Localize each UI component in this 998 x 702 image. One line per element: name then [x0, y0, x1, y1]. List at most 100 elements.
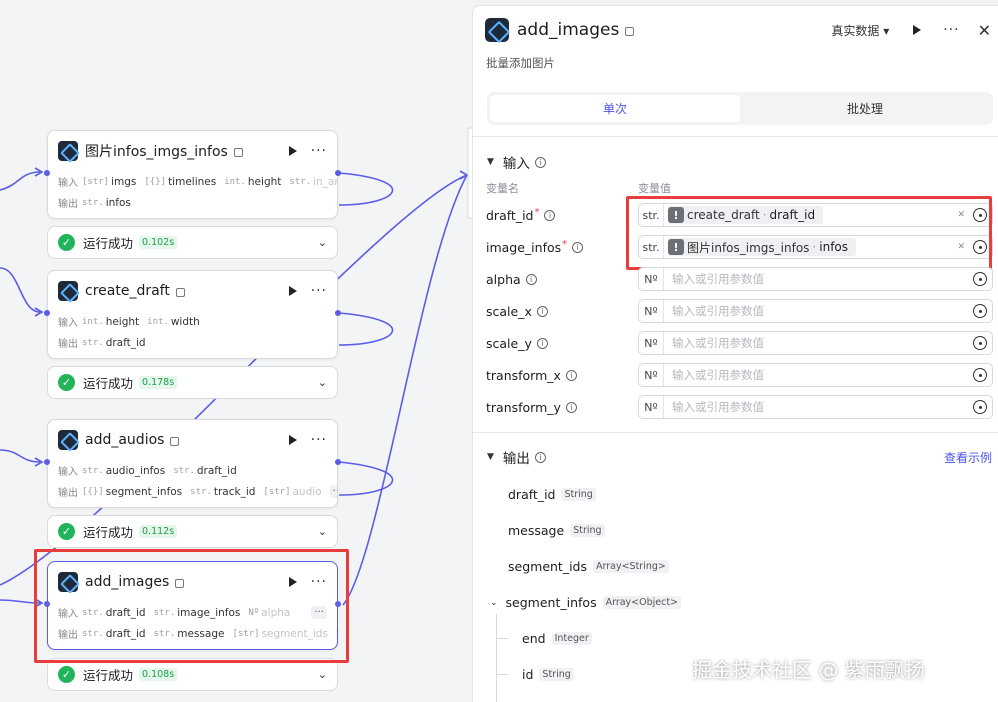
- param-label-draft-id: draft_id * i: [486, 207, 556, 223]
- alpha-input[interactable]: Nº 输入或引用参数值: [638, 267, 993, 291]
- param-name: audio: [292, 485, 322, 498]
- node-add-audios[interactable]: add_audios ··· 输入 str. audio_infos str. dr…: [44, 419, 341, 508]
- run-time-badge: 0.102s: [139, 236, 178, 249]
- input-label: 输入: [58, 467, 78, 478]
- output-name: segment_ids: [508, 559, 587, 574]
- param-name: draft_id: [486, 208, 534, 223]
- input-section-header[interactable]: ▼ 输入 i: [487, 152, 546, 172]
- chevron-down-icon[interactable]: ⌄: [318, 668, 327, 681]
- type-tag: Nº: [639, 268, 664, 290]
- output-item: message String: [508, 523, 605, 538]
- run-icon[interactable]: [288, 435, 297, 445]
- target-icon[interactable]: [973, 400, 987, 414]
- node-title: create_draft: [85, 283, 170, 299]
- chevron-down-icon[interactable]: ⌄: [318, 525, 327, 538]
- output-type: Integer: [551, 632, 592, 645]
- plugin-logo-icon: [58, 281, 78, 301]
- input-port[interactable]: [44, 310, 50, 316]
- input-port[interactable]: [44, 170, 50, 176]
- input-placeholder: 输入或引用参数值: [672, 304, 764, 318]
- view-example-link[interactable]: 查看示例: [944, 449, 992, 466]
- output-name: id: [522, 667, 534, 682]
- target-icon[interactable]: [973, 368, 987, 382]
- tree-line: [496, 614, 497, 702]
- target-icon[interactable]: [973, 336, 987, 350]
- data-mode-label: 真实数据: [831, 23, 880, 38]
- wire: [0, 449, 41, 463]
- more-icon[interactable]: ···: [311, 143, 327, 159]
- scale-x-input[interactable]: Nº 输入或引用参数值: [638, 299, 993, 323]
- plugin-logo-icon: [58, 430, 78, 450]
- input-placeholder: 输入或引用参数值: [672, 368, 764, 382]
- highlight-box: [34, 549, 349, 663]
- output-item-expandable[interactable]: ⌄ segment_infos Array<Object>: [490, 595, 682, 610]
- target-icon[interactable]: [973, 272, 987, 286]
- output-port[interactable]: [335, 310, 341, 316]
- chevron-down-icon: ▼: [487, 157, 494, 167]
- output-type: Array<String>: [593, 560, 669, 573]
- transform-y-input[interactable]: Nº 输入或引用参数值: [638, 395, 993, 419]
- info-icon: i: [534, 156, 546, 168]
- run-mode-tabs: 单次 批处理: [487, 92, 993, 125]
- param-name: audio_infos: [105, 464, 166, 477]
- run-icon[interactable]: [288, 286, 297, 296]
- param-name: draft_id: [105, 336, 146, 349]
- param-type: str.: [289, 176, 312, 187]
- transform-x-input[interactable]: Nº 输入或引用参数值: [638, 363, 993, 387]
- node-inputs-row: 输入 [str] imgs [{}] timelines int. height st…: [48, 171, 337, 192]
- required-mark: *: [534, 207, 540, 218]
- run-result-bar[interactable]: ✓ 运行成功 0.112s ⌄: [47, 515, 338, 548]
- info-icon: i: [544, 210, 556, 221]
- node-title: 图片infos_imgs_infos: [85, 144, 228, 160]
- more-icon[interactable]: ···: [311, 432, 327, 448]
- chevron-down-icon[interactable]: ⌄: [318, 236, 327, 249]
- node-create-draft[interactable]: create_draft ··· 输入 int. height int. width…: [44, 270, 341, 359]
- info-icon: i: [565, 370, 577, 381]
- node-imgs-infos[interactable]: 图片infos_imgs_infos ··· 输入 [str] imgs [{}]…: [44, 130, 341, 219]
- plugin-logo-icon: [485, 18, 509, 42]
- column-header-name: 变量名: [486, 182, 519, 195]
- param-type: str.: [82, 197, 104, 208]
- panel-subtitle: 批量添加图片: [486, 56, 555, 70]
- output-name: message: [508, 523, 565, 538]
- output-port[interactable]: [335, 459, 341, 465]
- target-icon[interactable]: [973, 304, 987, 318]
- output-section-header[interactable]: ▼ 输出 i: [487, 447, 546, 467]
- run-time-badge: 0.108s: [139, 668, 178, 681]
- data-mode-select[interactable]: 真实数据 ▾: [831, 22, 889, 39]
- output-item-child: id String: [522, 667, 574, 682]
- plugin-badge-icon: [175, 287, 185, 297]
- more-icon[interactable]: ···: [311, 283, 327, 299]
- wire: [338, 172, 394, 206]
- run-result-bar[interactable]: ✓ 运行成功 0.102s ⌄: [47, 226, 338, 259]
- tab-single[interactable]: 单次: [490, 95, 740, 122]
- type-tag: Nº: [639, 396, 664, 418]
- wire: [0, 267, 41, 313]
- panel-title: add_images: [517, 20, 620, 40]
- more-icon[interactable]: ···: [943, 22, 959, 38]
- run-icon[interactable]: [288, 146, 297, 156]
- output-item: segment_ids Array<String>: [508, 559, 669, 574]
- param-name: image_infos: [486, 240, 562, 255]
- input-port[interactable]: [44, 459, 50, 465]
- node-outputs-row: 输出 str. infos: [48, 192, 337, 213]
- param-name: transform_y: [486, 400, 561, 415]
- param-name: segment_infos: [105, 485, 183, 498]
- workflow-canvas[interactable]: 图片infos_imgs_infos ··· 输入 [str] imgs [{}]…: [0, 0, 472, 702]
- output-item: draft_id String: [508, 487, 596, 502]
- run-status: 运行成功: [83, 236, 134, 251]
- param-type: str.: [82, 337, 104, 348]
- param-type: int.: [224, 176, 246, 187]
- run-result-bar[interactable]: ✓ 运行成功 0.178s ⌄: [47, 366, 338, 399]
- output-port[interactable]: [335, 170, 341, 176]
- tab-batch[interactable]: 批处理: [740, 95, 990, 122]
- chevron-down-icon[interactable]: ⌄: [318, 376, 327, 389]
- run-icon[interactable]: [913, 25, 922, 35]
- highlight-box: [626, 196, 992, 270]
- more-params-button[interactable]: ···: [329, 485, 337, 498]
- scale-y-input[interactable]: Nº 输入或引用参数值: [638, 331, 993, 355]
- node-outputs-row: 输出 str. draft_id: [48, 332, 337, 353]
- close-icon[interactable]: ✕: [978, 21, 991, 40]
- param-type: [{}]: [144, 176, 167, 187]
- chevron-down-icon: ⌄: [490, 597, 498, 608]
